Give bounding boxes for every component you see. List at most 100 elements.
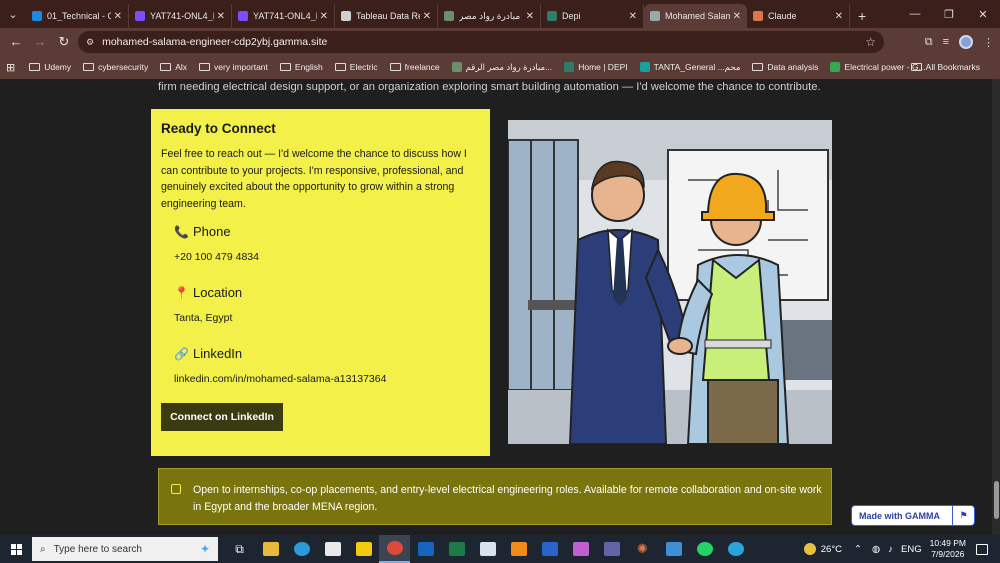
phone-value: +20 100 479 4834: [174, 251, 259, 263]
tab-favicon-icon: [238, 11, 248, 21]
bookmark-item[interactable]: Udemy: [29, 62, 71, 72]
bookmark-item[interactable]: Data analysis: [752, 62, 818, 72]
file-explorer-icon[interactable]: [255, 535, 286, 563]
linkedin-url[interactable]: linkedin.com/in/mohamed-salama-a13137364: [174, 373, 480, 385]
tab-title: 01_Technical - O: [47, 11, 111, 21]
back-icon[interactable]: ←: [4, 34, 28, 49]
excel-icon[interactable]: [441, 535, 472, 563]
folder-icon: [334, 63, 346, 71]
volume-icon[interactable]: ♪: [888, 544, 893, 555]
language-indicator[interactable]: ENG: [901, 544, 922, 555]
apps-grid-icon[interactable]: ⊞: [6, 61, 15, 74]
vlc-icon[interactable]: [503, 535, 534, 563]
weather-widget[interactable]: 26°C: [803, 543, 842, 555]
made-with-gamma-badge[interactable]: Made with GAMMA ⚑: [851, 505, 975, 526]
contact-card: Ready to Connect Feel free to reach out …: [151, 109, 490, 456]
tab-close-icon[interactable]: ✕: [114, 11, 122, 22]
close-window-icon[interactable]: ✕: [966, 0, 1000, 28]
telegram-icon[interactable]: [720, 535, 751, 563]
snipping-tool-icon[interactable]: [658, 535, 689, 563]
phone-section: 📞 Phone +20 100 479 4834: [174, 224, 480, 263]
bookmark-label: Electric: [349, 62, 378, 72]
folder-icon: [752, 63, 764, 71]
connect-linkedin-button[interactable]: Connect on LinkedIn: [161, 403, 283, 431]
site-favicon-icon: [564, 62, 575, 72]
tab-close-icon[interactable]: ✕: [629, 11, 637, 22]
whatsapp-icon[interactable]: [689, 535, 720, 563]
address-bar[interactable]: ⚙ mohamed-salama-engineer-cdp2ybj.gamma.…: [78, 31, 884, 53]
browser-tab[interactable]: 01_Technical - O ✕: [26, 4, 129, 28]
network-icon[interactable]: ◍: [872, 544, 880, 555]
edge-icon[interactable]: [286, 535, 317, 563]
location-section: 📍 Location Tanta, Egypt: [174, 285, 480, 324]
minimize-icon[interactable]: —: [898, 0, 932, 28]
browser-tab[interactable]: Depi ✕: [541, 4, 644, 28]
page-scrollbar[interactable]: [992, 79, 1000, 535]
media-controls-icon[interactable]: ≡: [943, 36, 949, 48]
folder-icon: [910, 63, 922, 71]
maximize-icon[interactable]: ❐: [932, 0, 966, 28]
scrollbar-thumb[interactable]: [994, 481, 999, 519]
profile-avatar[interactable]: [959, 35, 973, 49]
browser-tab[interactable]: Mohamed Salam ✕: [644, 4, 747, 28]
bookmark-item[interactable]: TANTA_General ...محم: [639, 62, 740, 73]
location-value: Tanta, Egypt: [174, 312, 233, 324]
tray-chevron-icon[interactable]: ⌃: [854, 544, 862, 555]
bookmark-item[interactable]: freelance: [389, 62, 440, 72]
reload-icon[interactable]: ↻: [52, 34, 76, 50]
taskbar-search-box[interactable]: ⌕ Type here to search ✦: [32, 537, 218, 561]
folder-icon: [29, 63, 41, 71]
tab-title: مبادرة رواد مصر: [459, 10, 521, 21]
chrome-icon[interactable]: [379, 535, 410, 563]
bookmark-item[interactable]: Home | DEPI: [564, 62, 628, 72]
browser-tab[interactable]: مبادرة رواد مصر ✕: [438, 4, 541, 28]
handshake-illustration: [508, 120, 832, 444]
tab-close-icon[interactable]: ✕: [733, 11, 741, 22]
browser-tab[interactable]: Claude ✕: [747, 4, 850, 28]
all-bookmarks-button[interactable]: All Bookmarks: [910, 62, 992, 72]
forward-icon[interactable]: →: [28, 34, 52, 49]
browser-tab[interactable]: YAT741-ONL4_D ✕: [129, 4, 232, 28]
extensions-icon[interactable]: ⧉: [925, 36, 933, 49]
tab-close-icon[interactable]: ✕: [835, 11, 843, 22]
tab-favicon-icon: [753, 11, 763, 21]
tab-close-icon[interactable]: ✕: [217, 11, 225, 22]
outlook-icon[interactable]: [410, 535, 441, 563]
teams-icon[interactable]: [596, 535, 627, 563]
bookmark-label: Data analysis: [767, 62, 819, 72]
task-view-icon[interactable]: ⧉: [224, 535, 255, 563]
browser-tab[interactable]: Tableau Data Re ✕: [335, 4, 438, 28]
bookmark-item[interactable]: Alx: [160, 62, 187, 72]
flag-icon[interactable]: ⚑: [952, 506, 974, 525]
tab-search-button[interactable]: ⌄: [0, 0, 26, 28]
clock[interactable]: 10:49 PM 7/9/2026: [930, 538, 966, 560]
power-bi-icon[interactable]: [348, 535, 379, 563]
new-tab-button[interactable]: +: [858, 4, 866, 28]
bookmark-item[interactable]: Electric: [334, 62, 378, 72]
keyboard-icon[interactable]: [472, 535, 503, 563]
claude-app-icon[interactable]: ✺: [627, 535, 658, 563]
bookmark-item[interactable]: English: [279, 62, 323, 72]
menu-kebab-icon[interactable]: ⋮: [983, 36, 994, 49]
tab-close-icon[interactable]: ✕: [423, 11, 431, 22]
linkedin-section: 🔗 LinkedIn linkedin.com/in/mohamed-salama…: [174, 346, 480, 385]
notifications-icon[interactable]: [976, 543, 988, 555]
browser-tab[interactable]: YAT741-ONL4_D ✕: [232, 4, 335, 28]
temperature: 26°C: [820, 543, 842, 555]
bookmark-star-icon[interactable]: ☆: [865, 35, 876, 49]
bookmark-item[interactable]: مبادرة رواد مصر الرقم...: [451, 62, 552, 73]
copilot-app-icon[interactable]: [565, 535, 596, 563]
site-favicon-icon: [639, 62, 650, 72]
start-button[interactable]: [0, 535, 32, 563]
tab-favicon-icon: [135, 11, 145, 21]
bookmark-item[interactable]: very important: [199, 62, 268, 72]
site-info-icon[interactable]: ⚙: [86, 37, 94, 48]
store-icon[interactable]: [317, 535, 348, 563]
bookmark-label: Home | DEPI: [578, 62, 628, 72]
tab-close-icon[interactable]: ✕: [320, 11, 328, 22]
bookmark-item[interactable]: cybersecurity: [83, 62, 148, 72]
site-favicon-icon: [830, 62, 841, 72]
word-icon[interactable]: [534, 535, 565, 563]
location-pin-icon: 📍: [174, 285, 189, 300]
tab-close-icon[interactable]: ✕: [526, 11, 534, 22]
